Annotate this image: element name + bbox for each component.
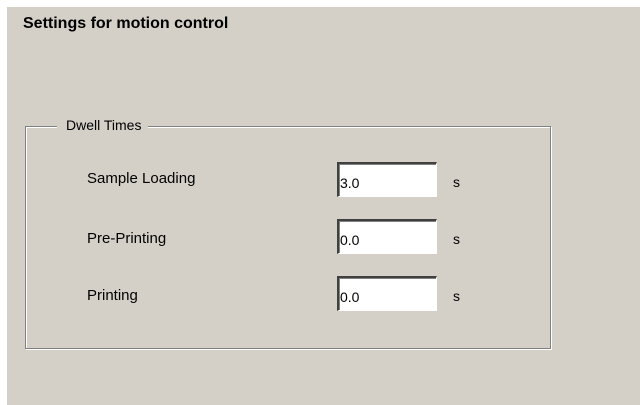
pre-printing-label: Pre-Printing xyxy=(87,230,167,247)
printing-input[interactable] xyxy=(337,276,437,311)
pre-printing-unit: s xyxy=(453,231,460,247)
pre-printing-input[interactable] xyxy=(337,219,437,254)
sample-loading-input[interactable] xyxy=(337,162,437,197)
page-title: Settings for motion control xyxy=(23,15,229,32)
printing-label: Printing xyxy=(87,287,138,304)
printing-unit: s xyxy=(453,288,460,304)
sample-loading-unit: s xyxy=(453,174,460,190)
settings-panel: Settings for motion control Dwell Times … xyxy=(7,7,640,405)
dwell-times-group-label: Dwell Times xyxy=(57,117,149,133)
sample-loading-label: Sample Loading xyxy=(87,170,196,187)
